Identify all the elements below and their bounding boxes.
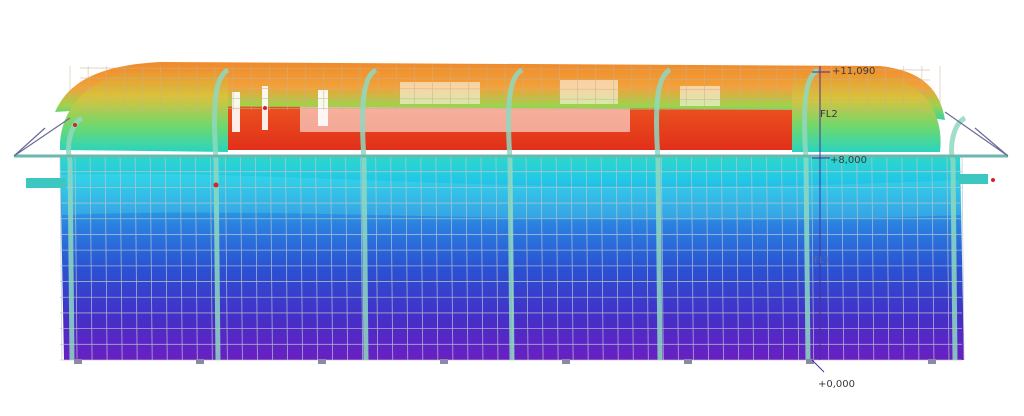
right-projection	[958, 174, 988, 184]
left-projection	[26, 178, 66, 188]
support-node	[196, 359, 204, 364]
level-label-top: +11,090	[832, 66, 875, 77]
level-label-fl2: FL2	[820, 109, 838, 120]
support-node	[318, 359, 326, 364]
level-label-mid: +8,000	[830, 155, 867, 166]
support-node	[562, 359, 570, 364]
level-pointer-ground	[811, 359, 825, 373]
structural-model-viewport[interactable]: +11,090 FL2 +8,000 FL1 +0,000	[0, 0, 1024, 412]
support-node	[440, 359, 448, 364]
fea-contour-model: +11,090 FL2 +8,000 FL1 +0,000	[13, 62, 1009, 390]
level-label-ground: +0,000	[818, 379, 855, 390]
support-node	[928, 359, 936, 364]
support-node	[684, 359, 692, 364]
level-label-fl1: FL1	[814, 256, 830, 266]
support-node	[74, 359, 82, 364]
